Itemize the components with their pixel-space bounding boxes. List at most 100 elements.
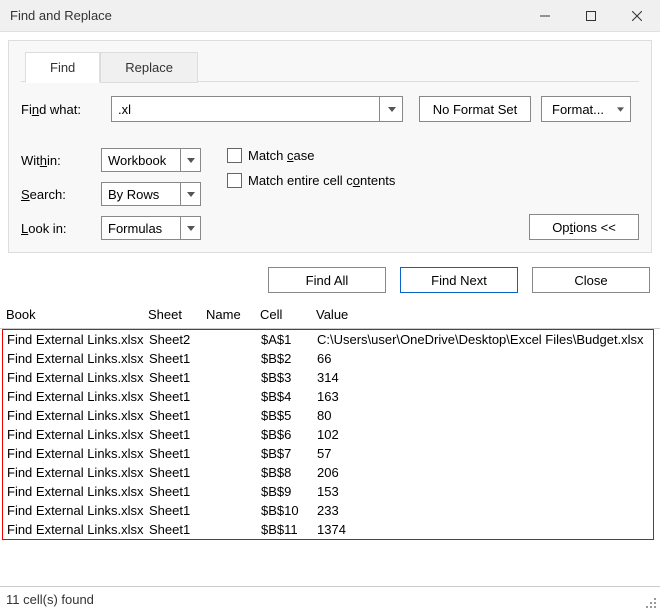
search-label: Search: (21, 187, 101, 202)
chevron-down-icon[interactable] (180, 217, 200, 239)
cell-sheet: Sheet1 (149, 484, 207, 499)
cell-book: Find External Links.xlsx (7, 446, 149, 461)
cell-book: Find External Links.xlsx (7, 465, 149, 480)
cell-value: C:\Users\user\OneDrive\Desktop\Excel Fil… (317, 332, 653, 347)
cell-book: Find External Links.xlsx (7, 427, 149, 442)
cell-sheet: Sheet1 (149, 503, 207, 518)
col-sheet[interactable]: Sheet (148, 307, 206, 322)
find-next-button[interactable]: Find Next (400, 267, 518, 293)
options-toggle-button[interactable]: Options << (529, 214, 639, 240)
cell-value: 102 (317, 427, 653, 442)
search-value: By Rows (108, 187, 159, 202)
lookin-value: Formulas (108, 221, 162, 236)
cell-value: 66 (317, 351, 653, 366)
lookin-label: Look in: (21, 221, 101, 236)
match-case-label: Match case (248, 148, 314, 163)
cell-cell: $B$6 (261, 427, 317, 442)
results-table: Book Sheet Name Cell Value Find External… (0, 303, 660, 540)
checkboxes: Match case Match entire cell contents (227, 148, 395, 240)
within-select[interactable]: Workbook (101, 148, 201, 172)
cell-cell: $B$5 (261, 408, 317, 423)
cell-name (207, 370, 261, 385)
cell-sheet: Sheet1 (149, 446, 207, 461)
tab-find[interactable]: Find (25, 52, 100, 83)
cell-value: 206 (317, 465, 653, 480)
cell-name (207, 408, 261, 423)
search-select[interactable]: By Rows (101, 182, 201, 206)
table-row[interactable]: Find External Links.xlsxSheet1$B$10233 (3, 501, 653, 520)
format-button[interactable]: Format... (541, 96, 631, 122)
tab-replace[interactable]: Replace (100, 52, 198, 83)
left-options: Within: Workbook Search: By Rows Look in… (21, 148, 201, 240)
cell-name (207, 351, 261, 366)
cell-cell: $B$9 (261, 484, 317, 499)
cell-name (207, 446, 261, 461)
cell-sheet: Sheet1 (149, 408, 207, 423)
maximize-button[interactable] (568, 0, 614, 32)
table-row[interactable]: Find External Links.xlsxSheet1$B$8206 (3, 463, 653, 482)
table-row[interactable]: Find External Links.xlsxSheet1 $B$6102 (3, 425, 653, 444)
cell-cell: $B$4 (261, 389, 317, 404)
minimize-button[interactable] (522, 0, 568, 32)
table-row[interactable]: Find External Links.xlsxSheet1$B$757 (3, 444, 653, 463)
table-row[interactable]: Find External Links.xlsxSheet1$B$4163 (3, 387, 653, 406)
cell-name (207, 427, 261, 442)
checkbox-icon (227, 148, 242, 163)
col-cell[interactable]: Cell (260, 307, 316, 322)
table-row[interactable]: Find External Links.xlsxSheet1 $B$111374 (3, 520, 653, 539)
match-case-check[interactable]: Match case (227, 148, 395, 163)
resize-grip[interactable] (644, 596, 658, 610)
status-text: 11 cell(s) found (6, 592, 94, 607)
cell-name (207, 332, 261, 347)
chevron-down-icon (617, 107, 624, 112)
cell-value: 233 (317, 503, 653, 518)
col-name[interactable]: Name (206, 307, 260, 322)
chevron-down-icon[interactable] (180, 149, 200, 171)
format-button-label: Format... (552, 102, 604, 117)
lookin-select[interactable]: Formulas (101, 216, 201, 240)
close-dialog-button[interactable]: Close (532, 267, 650, 293)
cell-book: Find External Links.xlsx (7, 522, 149, 537)
within-label: Within: (21, 153, 101, 168)
cell-value: 314 (317, 370, 653, 385)
action-row: Find All Find Next Close (0, 267, 650, 293)
chevron-down-icon[interactable] (379, 96, 403, 122)
match-entire-check[interactable]: Match entire cell contents (227, 173, 395, 188)
cell-book: Find External Links.xlsx (7, 351, 149, 366)
cell-sheet: Sheet1 (149, 370, 207, 385)
cell-value: 80 (317, 408, 653, 423)
cell-book: Find External Links.xlsx (7, 484, 149, 499)
results-body: Find External Links.xlsxSheet2$A$1C:\Use… (2, 329, 654, 540)
find-what-input[interactable] (111, 96, 403, 122)
cell-book: Find External Links.xlsx (7, 370, 149, 385)
cell-name (207, 465, 261, 480)
col-value[interactable]: Value (316, 307, 660, 322)
cell-book: Find External Links.xlsx (7, 503, 149, 518)
tabs: Find Replace (25, 51, 639, 82)
cell-value: 57 (317, 446, 653, 461)
find-panel: Find Replace Find what: No Format Set Fo… (8, 40, 652, 253)
no-format-button[interactable]: No Format Set (419, 96, 531, 122)
table-row[interactable]: Find External Links.xlsxSheet1 $B$580 (3, 406, 653, 425)
cell-sheet: Sheet1 (149, 427, 207, 442)
table-row[interactable]: Find External Links.xlsxSheet1$B$266 (3, 349, 653, 368)
cell-sheet: Sheet1 (149, 465, 207, 480)
cell-value: 163 (317, 389, 653, 404)
find-what-row: Find what: No Format Set Format... (21, 96, 639, 122)
within-row: Within: Workbook (21, 148, 201, 172)
cell-sheet: Sheet1 (149, 522, 207, 537)
find-what-combo[interactable] (111, 96, 403, 122)
cell-sheet: Sheet1 (149, 351, 207, 366)
cell-sheet: Sheet2 (149, 332, 207, 347)
chevron-down-icon[interactable] (180, 183, 200, 205)
col-book[interactable]: Book (6, 307, 148, 322)
table-row[interactable]: Find External Links.xlsxSheet2$A$1C:\Use… (3, 330, 653, 349)
close-button[interactable] (614, 0, 660, 32)
match-entire-label: Match entire cell contents (248, 173, 395, 188)
cell-cell: $B$11 (261, 522, 317, 537)
table-row[interactable]: Find External Links.xlsxSheet1$B$9153 (3, 482, 653, 501)
cell-value: 1374 (317, 522, 653, 537)
find-all-button[interactable]: Find All (268, 267, 386, 293)
cell-book: Find External Links.xlsx (7, 408, 149, 423)
table-row[interactable]: Find External Links.xlsxSheet1$B$3314 (3, 368, 653, 387)
